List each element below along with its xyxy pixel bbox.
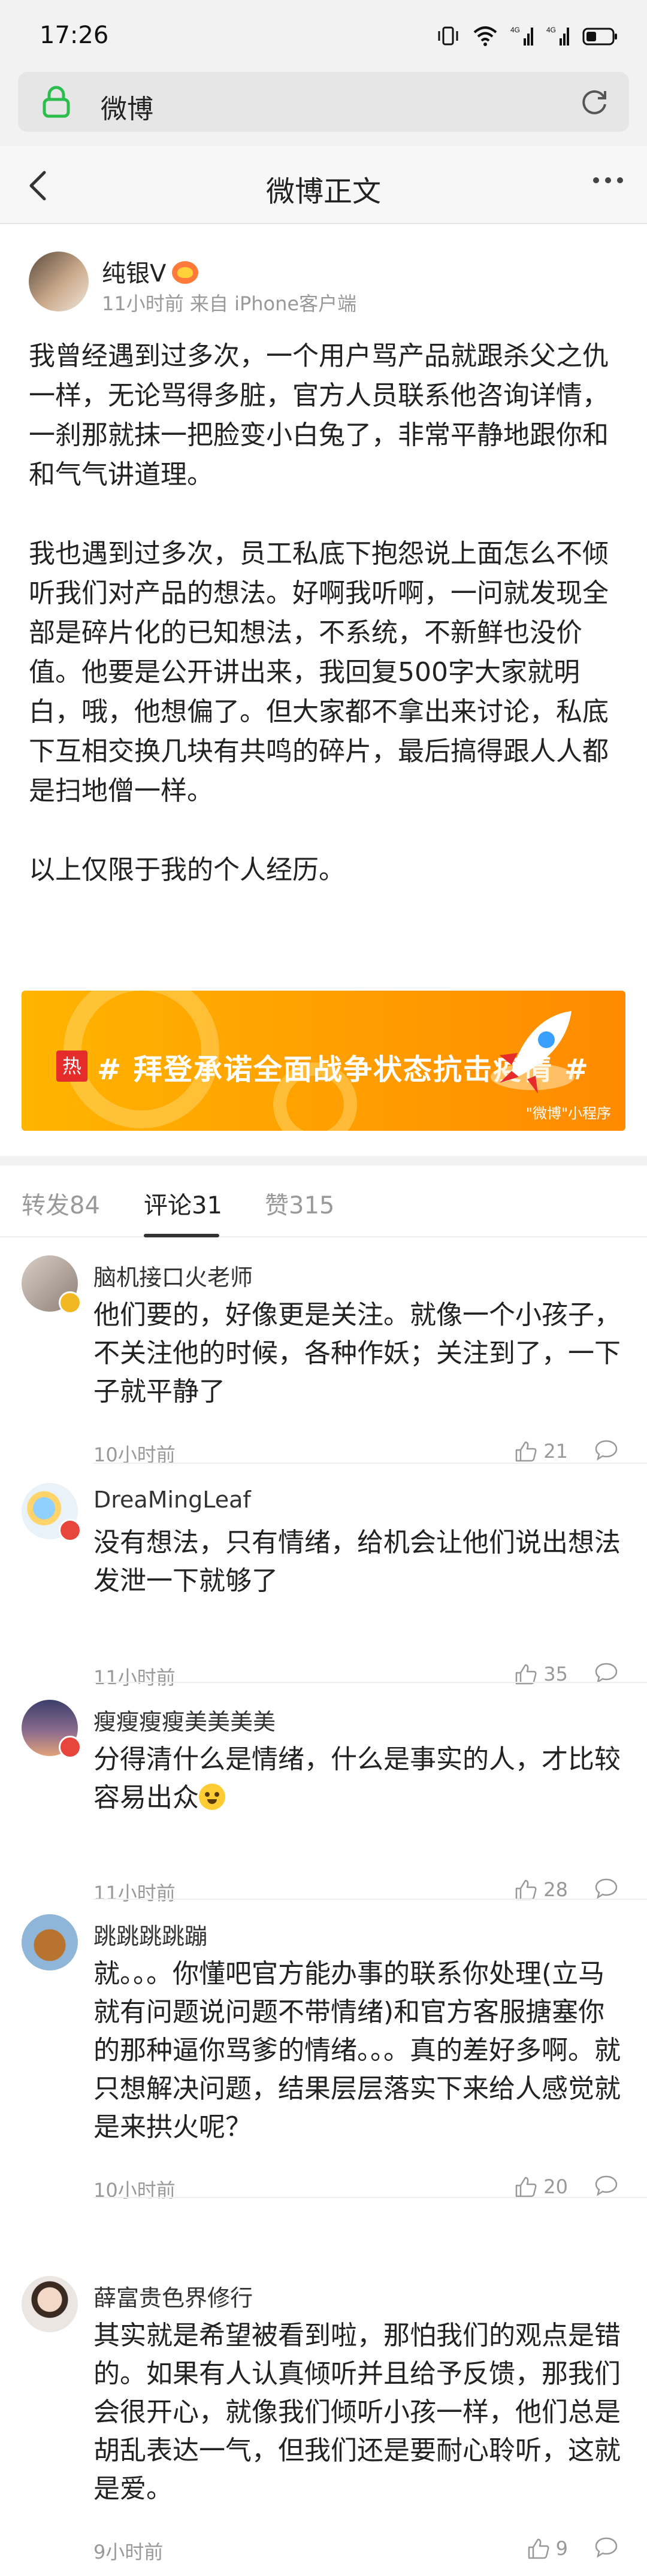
vip-badge-icon (59, 1736, 81, 1758)
thumbs-up-icon (516, 1879, 537, 1900)
commenter-avatar[interactable] (22, 1914, 78, 1970)
post-paragraph: 我曾经遇到过多次，一个用户骂产品就跟杀父之仇一样，无论骂得多脏，官方人员联系他咨… (29, 341, 609, 490)
comment-text: 分得清什么是情绪，什么是事实的人，才比较容易出众 (93, 1740, 621, 1817)
commenter-name[interactable]: 薛富贵色界修行 (93, 2280, 253, 2312)
comment-text: 没有想法，只有情绪，给机会让他们说出想法发泄一下就够了 (93, 1527, 621, 1596)
vibrate-icon (438, 26, 458, 46)
tab-like[interactable]: 赞315 (265, 1186, 334, 1221)
page-header: 微博正文 (0, 146, 647, 224)
emoji-icon (199, 1784, 225, 1810)
status-bar: 17:26 4G 4G (0, 0, 647, 72)
thumbs-up-icon (528, 2538, 549, 2559)
signal-icon: 4G (510, 26, 533, 46)
reply-icon[interactable] (594, 2536, 618, 2559)
wifi-icon (473, 26, 497, 46)
tab-repost[interactable]: 转发84 (22, 1186, 100, 1221)
signal-icon-2: 4G (546, 26, 569, 46)
comment-time: 11小时前 (93, 1666, 176, 1689)
like-button[interactable]: 20 (515, 2175, 568, 2198)
commenter-name[interactable]: 跳跳跳跳蹦 (93, 1918, 207, 1951)
like-count: 20 (543, 2175, 568, 2198)
author-name[interactable]: 纯银V (102, 254, 199, 289)
hot-tag-icon: 热 (56, 1051, 87, 1082)
url-text[interactable]: 微博 (101, 87, 153, 126)
thumbs-up-icon (516, 2177, 537, 2197)
active-tab-indicator (144, 1234, 219, 1237)
commenter-avatar[interactable] (22, 2276, 78, 2332)
comment-time: 11小时前 (93, 1882, 176, 1905)
comment-text-content: 分得清什么是情绪，什么是事实的人，才比较容易出众 (93, 1744, 621, 1813)
like-count: 9 (555, 2537, 568, 2560)
comment-divider (93, 1463, 647, 1464)
lock-icon (43, 86, 70, 118)
section-divider (0, 1156, 647, 1166)
banner-footer: "微博"小程序 (525, 1105, 611, 1122)
like-button[interactable]: 21 (515, 1440, 568, 1463)
page-title: 微博正文 (265, 175, 381, 208)
post-paragraph: 我也遇到过多次，员工私底下抱怨说上面怎么不倾听我们对产品的想法。好啊我听啊，一问… (29, 538, 609, 806)
post-body: 我曾经遇到过多次，一个用户骂产品就跟杀父之仇一样，无论骂得多脏，官方人员联系他咨… (29, 337, 623, 930)
more-icon[interactable] (593, 177, 623, 183)
comment-divider (93, 1899, 647, 1900)
comment-item: 瘦瘦瘦瘦美美美美 分得清什么是情绪，什么是事实的人，才比较容易出众 11小时前 … (0, 1700, 647, 1905)
like-count: 28 (543, 1878, 568, 1901)
commenter-name[interactable]: 脑机接口火老师 (93, 1259, 253, 1292)
signal-label-2: 4G (546, 26, 556, 34)
author-avatar[interactable] (29, 252, 89, 311)
battery-icon (582, 28, 617, 46)
address-bar[interactable]: 微博 (18, 72, 629, 132)
reply-icon[interactable] (594, 2174, 618, 2197)
author-name-text[interactable]: 纯银V (102, 260, 166, 287)
commenter-name[interactable]: 瘦瘦瘦瘦美美美美 (93, 1703, 276, 1736)
comment-text: 就。。。你懂吧官方能办事的联系你处理(立马就有问题说问题不带情绪)和官方客服搪塞… (93, 1959, 621, 2142)
like-button[interactable]: 9 (527, 2537, 568, 2560)
trending-topic-banner[interactable]: 热 # 拜登承诺全面战争状态抗击疫情 # "微博"小程序 (22, 991, 625, 1131)
comment-time: 10小时前 (93, 2179, 176, 2202)
status-icons: 4G 4G (436, 23, 618, 49)
comment-divider (93, 1682, 647, 1683)
verified-badge-icon (59, 1291, 81, 1314)
reply-icon[interactable] (594, 1877, 618, 1900)
post-meta: 11小时前 来自 iPhone客户端 (102, 292, 357, 315)
like-button[interactable]: 28 (515, 1878, 568, 1901)
post-paragraph: 以上仅限于我的个人经历。 (29, 855, 345, 885)
reply-icon[interactable] (594, 1439, 618, 1461)
rocket-icon (491, 1011, 575, 1094)
thumbs-up-icon (516, 1441, 537, 1462)
comment-item: 薛富贵色界修行 其实就是希望被看到啦，那怕我们的观点是错的。如果有人认真倾听并且… (0, 2276, 647, 2563)
signal-label: 4G (510, 26, 520, 34)
vip-badge-icon (59, 1519, 81, 1542)
commenter-name[interactable]: DreaMingLeaf (93, 1487, 251, 1513)
reload-icon[interactable] (578, 85, 611, 119)
status-time: 17:26 (40, 22, 109, 49)
comment-item: DreaMingLeaf 没有想法，只有情绪，给机会让他们说出想法发泄一下就够了… (0, 1483, 647, 1689)
comment-divider (93, 2197, 647, 2198)
vip-badge-icon (172, 261, 199, 284)
reply-icon[interactable] (594, 1661, 618, 1684)
comment-time: 9小时前 (93, 2541, 164, 2563)
browser-toolbar: 微博 (0, 72, 647, 146)
comment-text: 他们要的，好像更是关注。就像一个小孩子，不关注他的时候，各种作妖；关注到了，一下… (93, 1300, 621, 1407)
comment-text: 其实就是希望被看到啦，那怕我们的观点是错的。如果有人认真倾听并且给予反馈，那我们… (93, 2320, 621, 2504)
post-tabs: 转发84 评论31 赞315 (0, 1166, 647, 1237)
like-count: 21 (543, 1440, 568, 1463)
tab-comment[interactable]: 评论31 (144, 1186, 222, 1221)
comment-item: 脑机接口火老师 他们要的，好像更是关注。就像一个小孩子，不关注他的时候，各种作妖… (0, 1255, 647, 1466)
post-author-block: 纯银V 11小时前 来自 iPhone客户端 (29, 252, 616, 317)
comment-item: 跳跳跳跳蹦 就。。。你懂吧官方能办事的联系你处理(立马就有问题说问题不带情绪)和… (0, 1914, 647, 2202)
